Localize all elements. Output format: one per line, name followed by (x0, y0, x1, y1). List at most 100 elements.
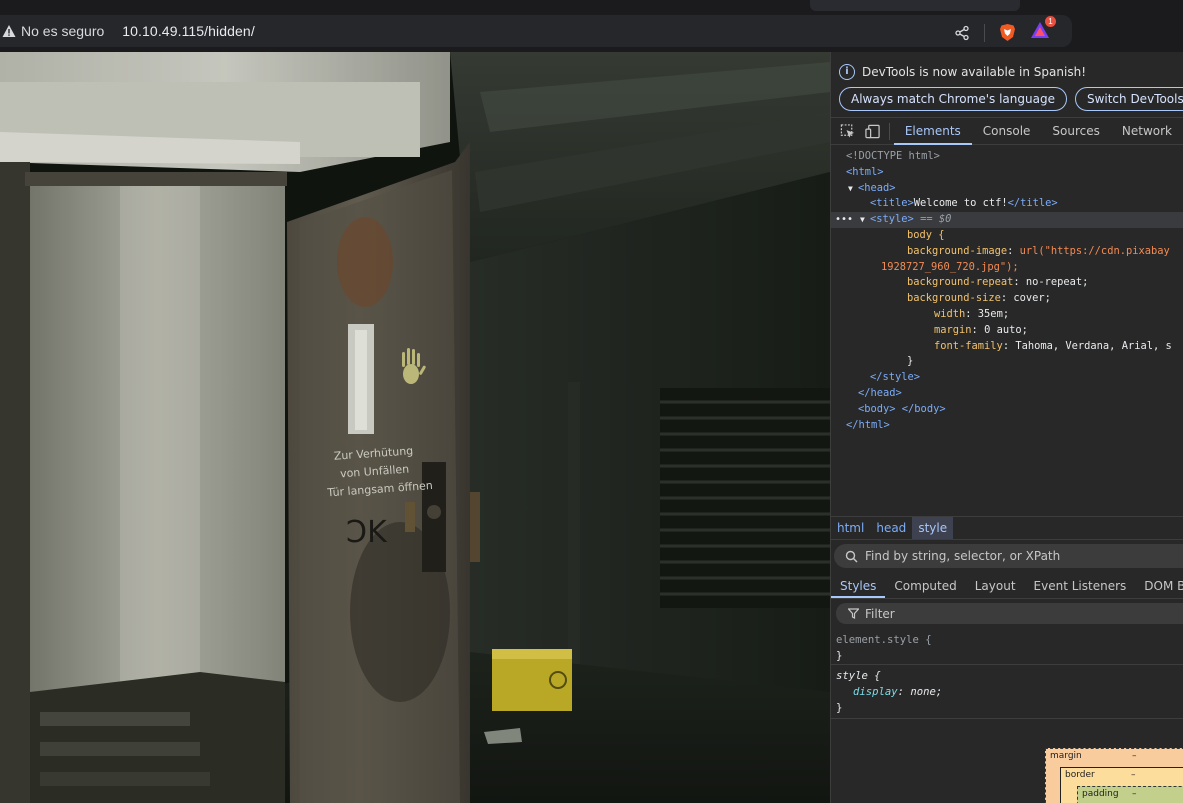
style-close-tag: </style> (870, 371, 921, 384)
box-model-margin-label: margin (1050, 751, 1082, 761)
more-options-icon[interactable]: ••• (835, 212, 853, 228)
css-line[interactable]: body { (831, 228, 1183, 244)
tab-elements[interactable]: Elements (893, 118, 972, 145)
tab-dom-breakpoints[interactable]: DOM Break (1135, 573, 1183, 598)
css-line[interactable]: 1928727_960_720.jpg"); (831, 260, 1183, 276)
dom-node-body[interactable]: <body> </body> (831, 402, 1183, 418)
css-prop: width (934, 307, 966, 320)
tab-divider (888, 122, 890, 140)
dom-node-head[interactable]: ▼ <head> (831, 181, 1183, 197)
box-model-padding-value: – (1132, 789, 1137, 799)
box-model-margin-value: – (1132, 751, 1137, 761)
styles-filter-input[interactable]: Filter (836, 603, 1183, 624)
css-value: Tahoma, Verdana, Arial, s (1015, 339, 1172, 352)
toolbar-divider (984, 23, 985, 42)
search-placeholder: Find by string, selector, or XPath (865, 549, 1061, 563)
css-line[interactable]: width: 35em; (831, 307, 1183, 323)
dom-node-html-close[interactable]: </html> (831, 418, 1183, 434)
breadcrumb-head[interactable]: head (870, 517, 912, 539)
dom-node-style[interactable]: ••• ▼ <style> == $0 (831, 212, 1183, 228)
box-model-border-label: border (1065, 770, 1095, 780)
browser-toolbar: No es seguro 10.10.49.115/hidden/ 1 (0, 11, 1183, 52)
dom-node-html[interactable]: <html> (831, 165, 1183, 181)
css-line[interactable]: background-size: cover; (831, 291, 1183, 307)
share-icon[interactable] (954, 25, 970, 41)
inspect-element-icon[interactable] (840, 123, 856, 140)
warning-icon (2, 25, 16, 37)
css-prop: background-image (907, 244, 1008, 257)
tab-layout[interactable]: Layout (966, 573, 1025, 598)
decl-value: none; (910, 686, 943, 698)
css-line[interactable]: } (831, 354, 1183, 370)
info-icon: i (839, 64, 855, 80)
device-toolbar-icon[interactable] (865, 123, 881, 140)
breadcrumb-style[interactable]: style (912, 517, 954, 539)
styles-tabbar: Styles Computed Layout Event Listeners D… (831, 573, 1183, 599)
box-model-padding-label: padding (1082, 789, 1119, 799)
css-line[interactable]: background-repeat: no-repeat; (831, 275, 1183, 291)
title-close-tag: </title> (1007, 197, 1058, 210)
dom-node-doctype[interactable]: <!DOCTYPE html> (831, 149, 1183, 165)
security-status[interactable]: No es seguro (21, 23, 104, 39)
css-prop: margin (934, 323, 972, 336)
css-value: url("https://cdn.pixabay (1019, 244, 1170, 257)
search-icon (845, 550, 858, 562)
url-text[interactable]: 10.10.49.115/hidden/ (122, 23, 255, 39)
rule-close-brace: } (836, 702, 843, 714)
dom-node-head-close[interactable]: </head> (831, 386, 1183, 402)
tab-event-listeners[interactable]: Event Listeners (1025, 573, 1136, 598)
dom-tree[interactable]: <!DOCTYPE html> <html> ▼ <head> <title>We… (831, 147, 1183, 515)
box-model-padding: padding – (1077, 786, 1183, 803)
tab-strip (0, 0, 1183, 11)
doctype-text: <!DOCTYPE html> (846, 150, 940, 162)
selected-marker: == $0 (920, 213, 952, 226)
switch-language-button[interactable]: Switch DevTools to Sp (1074, 87, 1183, 111)
background-image: Zur Verhütung von Unfällen Tür langsam ö… (0, 52, 830, 803)
tab-styles[interactable]: Styles (831, 573, 886, 598)
html-close-tag: </html> (846, 418, 890, 431)
dom-node-title[interactable]: <title>Welcome to ctf!</title> (831, 196, 1183, 212)
rule-selector: element.style { (836, 634, 932, 646)
language-infobar: i DevTools is now available in Spanish! … (831, 52, 1183, 118)
page-viewport: Zur Verhütung von Unfällen Tür langsam ö… (0, 52, 830, 803)
css-line[interactable]: background-image: url("https://cdn.pixab… (831, 244, 1183, 260)
tab-sources[interactable]: Sources (1041, 118, 1110, 145)
address-bar[interactable]: No es seguro 10.10.49.115/hidden/ 1 (0, 15, 1072, 47)
dom-node-style-close[interactable]: </style> (831, 370, 1183, 386)
rewards-wrapper[interactable]: 1 (1030, 16, 1056, 44)
tab-console[interactable]: Console (972, 118, 1042, 145)
css-selector: body { (907, 228, 945, 241)
devtools-panel: i DevTools is now available in Spanish! … (830, 52, 1183, 803)
head-open-tag: <head> (858, 181, 896, 194)
css-close-brace: } (907, 355, 914, 368)
head-close-tag: </head> (858, 386, 902, 399)
rule-close-brace: } (836, 650, 843, 662)
rule-declaration[interactable]: display: none; (836, 684, 1183, 700)
browser-tab[interactable] (810, 0, 1020, 11)
brave-shields-icon[interactable] (999, 23, 1016, 42)
box-model-margin: margin – border – padding – (1045, 748, 1183, 803)
tab-network[interactable]: Network (1111, 118, 1183, 145)
info-message: DevTools is now available in Spanish! (862, 65, 1087, 79)
body-tag: <body> </body> (858, 402, 946, 415)
tab-computed[interactable]: Computed (885, 573, 965, 598)
css-prop: font-family (934, 339, 1003, 352)
devtools-tabbar: Elements Console Sources Network (831, 118, 1183, 145)
css-line[interactable]: margin: 0 auto; (831, 323, 1183, 339)
dom-search-input[interactable]: Find by string, selector, or XPath (834, 544, 1183, 568)
css-value: 0 auto; (984, 323, 1028, 336)
style-rule-element[interactable]: element.style { } (831, 630, 1183, 665)
rule-selector: style { (836, 670, 881, 682)
style-open-tag: <style> (870, 213, 914, 226)
filter-icon (848, 608, 859, 619)
box-model-border: border – padding – (1060, 767, 1183, 803)
css-value: cover; (1013, 292, 1051, 305)
notification-badge: 1 (1045, 16, 1056, 27)
breadcrumb-html[interactable]: html (831, 517, 870, 539)
css-value: 35em; (977, 307, 1010, 320)
expand-triangle-icon[interactable]: ▼ (848, 181, 858, 197)
match-language-button[interactable]: Always match Chrome's language (839, 87, 1067, 111)
css-line[interactable]: font-family: Tahoma, Verdana, Arial, s (831, 339, 1183, 355)
expand-triangle-icon[interactable]: ▼ (860, 212, 870, 228)
style-rule-style[interactable]: style { display: none; } (831, 667, 1183, 719)
